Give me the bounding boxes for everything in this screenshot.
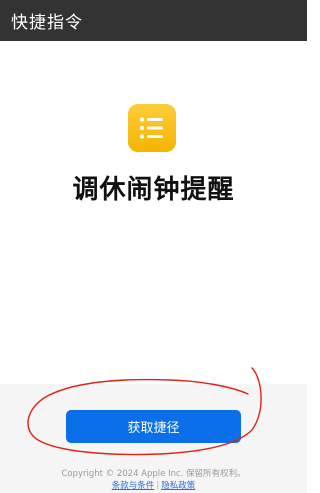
legal-links: 条款与条件 | 隐私政策 (0, 479, 307, 491)
get-shortcut-button[interactable]: 获取捷径 (66, 410, 241, 443)
shortcut-name: 调休闹钟提醒 (72, 175, 235, 205)
title-bar: 快捷指令 (0, 0, 307, 41)
privacy-link[interactable]: 隐私政策 (161, 481, 195, 491)
shortcut-share-page: 快捷指令 调休闹钟提醒 获取捷径 Copyright © 2024 Apple … (0, 0, 307, 493)
app-title: 快捷指令 (11, 13, 83, 33)
list-icon (128, 104, 176, 152)
copyright-text: Copyright © 2024 Apple Inc. 保留所有权利。 (61, 469, 246, 479)
terms-link[interactable]: 条款与条件 (112, 481, 155, 491)
link-separator: | (156, 481, 160, 491)
